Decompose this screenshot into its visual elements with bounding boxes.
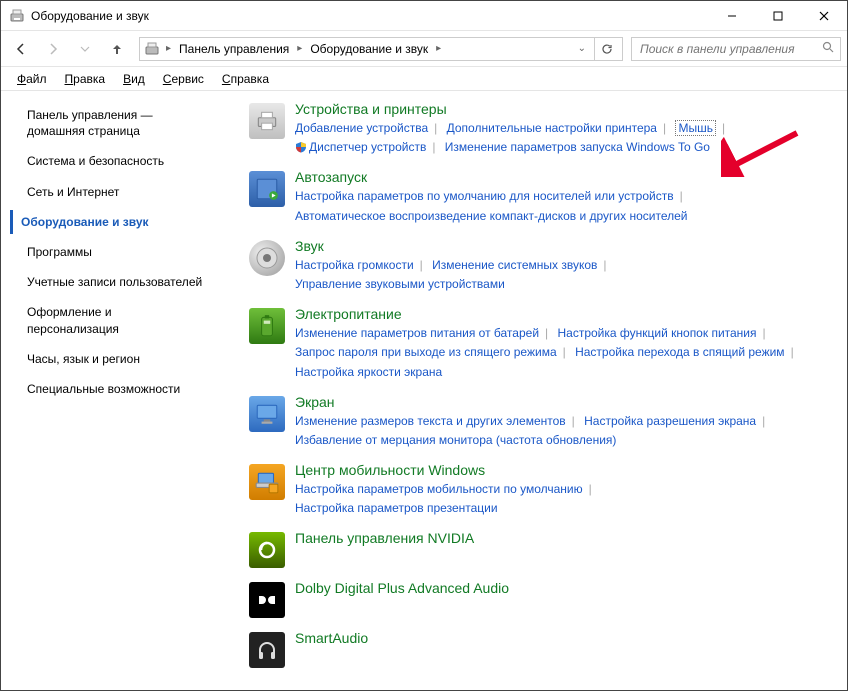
sidebar-splitter[interactable] <box>219 93 223 688</box>
battery-icon <box>249 308 285 344</box>
back-button[interactable] <box>7 35 35 63</box>
menubar: Файл Правка Вид Сервис Справка <box>1 67 847 91</box>
nvidia-icon <box>249 532 285 568</box>
category-title[interactable]: SmartAudio <box>295 630 833 646</box>
sidebar-item-system[interactable]: Система и безопасность <box>21 149 211 173</box>
printer-icon <box>249 103 285 139</box>
link-password-wake[interactable]: Запрос пароля при выходе из спящего режи… <box>295 345 557 359</box>
close-button[interactable] <box>801 1 847 31</box>
chevron-right-icon[interactable]: ▸ <box>434 43 443 54</box>
link-system-sounds[interactable]: Изменение системных звуков <box>432 258 597 272</box>
titlebar: Оборудование и звук <box>1 1 847 31</box>
chevron-right-icon[interactable]: ▸ <box>295 43 304 54</box>
forward-button[interactable] <box>39 35 67 63</box>
searchbox[interactable] <box>631 37 841 61</box>
category-power: Электропитание Изменение параметров пита… <box>249 306 833 382</box>
addressbar-icon <box>144 41 160 57</box>
link-autorun-defaults[interactable]: Настройка параметров по умолчанию для но… <box>295 189 674 203</box>
sidebar: Панель управления — домашняя страница Си… <box>1 91 219 690</box>
headphones-icon <box>249 632 285 668</box>
breadcrumb-current[interactable]: Оборудование и звук <box>308 42 430 56</box>
sidebar-item-home[interactable]: Панель управления — домашняя страница <box>21 103 211 143</box>
maximize-button[interactable] <box>755 1 801 31</box>
navbar: ▸ Панель управления ▸ Оборудование и зву… <box>1 31 847 67</box>
shield-icon <box>295 140 307 152</box>
category-title[interactable]: Автозапуск <box>295 169 833 185</box>
recent-dropdown[interactable] <box>71 35 99 63</box>
up-button[interactable] <box>103 35 131 63</box>
chevron-right-icon[interactable]: ▸ <box>164 43 173 54</box>
menu-file[interactable]: Файл <box>9 70 55 88</box>
speaker-icon <box>249 240 285 276</box>
app-icon <box>9 8 25 24</box>
category-title[interactable]: Центр мобильности Windows <box>295 462 833 478</box>
category-title[interactable]: Электропитание <box>295 306 833 322</box>
category-mobility: Центр мобильности Windows Настройка пара… <box>249 462 833 518</box>
category-display: Экран Изменение размеров текста и других… <box>249 394 833 450</box>
sidebar-item-hardware-sound[interactable]: Оборудование и звук <box>10 210 211 234</box>
link-power-buttons[interactable]: Настройка функций кнопок питания <box>558 326 757 340</box>
sidebar-item-clock[interactable]: Часы, язык и регион <box>21 347 211 371</box>
sidebar-item-appearance[interactable]: Оформление и персонализация <box>21 300 211 340</box>
minimize-button[interactable] <box>709 1 755 31</box>
link-add-device[interactable]: Добавление устройства <box>295 121 428 135</box>
chevron-down-icon[interactable]: ⌄ <box>576 43 588 54</box>
category-title[interactable]: Панель управления NVIDIA <box>295 530 833 546</box>
autorun-icon <box>249 171 285 207</box>
search-icon <box>822 41 834 56</box>
menu-edit[interactable]: Правка <box>57 70 114 88</box>
link-battery[interactable]: Изменение параметров питания от батарей <box>295 326 539 340</box>
menu-view[interactable]: Вид <box>115 70 153 88</box>
category-title[interactable]: Звук <box>295 238 833 254</box>
link-volume[interactable]: Настройка громкости <box>295 258 414 272</box>
sidebar-item-ease[interactable]: Специальные возможности <box>21 377 211 401</box>
monitor-icon <box>249 396 285 432</box>
dolby-icon <box>249 582 285 618</box>
category-autorun: Автозапуск Настройка параметров по умолч… <box>249 169 833 225</box>
category-sound: Звук Настройка громкости| Изменение сист… <box>249 238 833 294</box>
window-title: Оборудование и звук <box>31 9 709 23</box>
addressbar[interactable]: ▸ Панель управления ▸ Оборудование и зву… <box>139 37 623 61</box>
mobility-icon <box>249 464 285 500</box>
sidebar-item-programs[interactable]: Программы <box>21 240 211 264</box>
sidebar-item-accounts[interactable]: Учетные записи пользователей <box>21 270 211 294</box>
link-resolution[interactable]: Настройка разрешения экрана <box>584 414 756 428</box>
link-presentation[interactable]: Настройка параметров презентации <box>295 501 498 515</box>
link-text-size[interactable]: Изменение размеров текста и других элеме… <box>295 414 566 428</box>
breadcrumb-root[interactable]: Панель управления <box>177 42 291 56</box>
category-devices-printers: Устройства и принтеры Добавление устройс… <box>249 101 833 157</box>
category-nvidia: Панель управления NVIDIA <box>249 530 833 568</box>
body: Панель управления — домашняя страница Си… <box>1 91 847 690</box>
category-dolby: Dolby Digital Plus Advanced Audio <box>249 580 833 618</box>
category-title[interactable]: Dolby Digital Plus Advanced Audio <box>295 580 833 596</box>
link-device-manager[interactable]: Диспетчер устройств <box>309 140 426 154</box>
link-brightness[interactable]: Настройка яркости экрана <box>295 365 442 379</box>
sidebar-item-network[interactable]: Сеть и Интернет <box>21 180 211 204</box>
link-mobility-defaults[interactable]: Настройка параметров мобильности по умол… <box>295 482 583 496</box>
menu-help[interactable]: Справка <box>214 70 277 88</box>
link-windows-to-go[interactable]: Изменение параметров запуска Windows To … <box>445 140 710 154</box>
control-panel-window: Оборудование и звук <box>0 0 848 691</box>
link-sleep[interactable]: Настройка перехода в спящий режим <box>575 345 784 359</box>
category-title[interactable]: Устройства и принтеры <box>295 101 833 117</box>
category-title[interactable]: Экран <box>295 394 833 410</box>
refresh-button[interactable] <box>594 37 618 61</box>
search-input[interactable] <box>638 41 818 57</box>
menu-service[interactable]: Сервис <box>155 70 212 88</box>
link-printer-settings[interactable]: Дополнительные настройки принтера <box>447 121 657 135</box>
category-smartaudio: SmartAudio <box>249 630 833 668</box>
content: Устройства и принтеры Добавление устройс… <box>219 91 847 690</box>
link-mouse[interactable]: Мышь <box>675 120 716 136</box>
link-audio-devices[interactable]: Управление звуковыми устройствами <box>295 277 505 291</box>
link-cd-autoplay[interactable]: Автоматическое воспроизведение компакт-д… <box>295 209 687 223</box>
link-refresh-rate[interactable]: Избавление от мерцания монитора (частота… <box>295 433 616 447</box>
